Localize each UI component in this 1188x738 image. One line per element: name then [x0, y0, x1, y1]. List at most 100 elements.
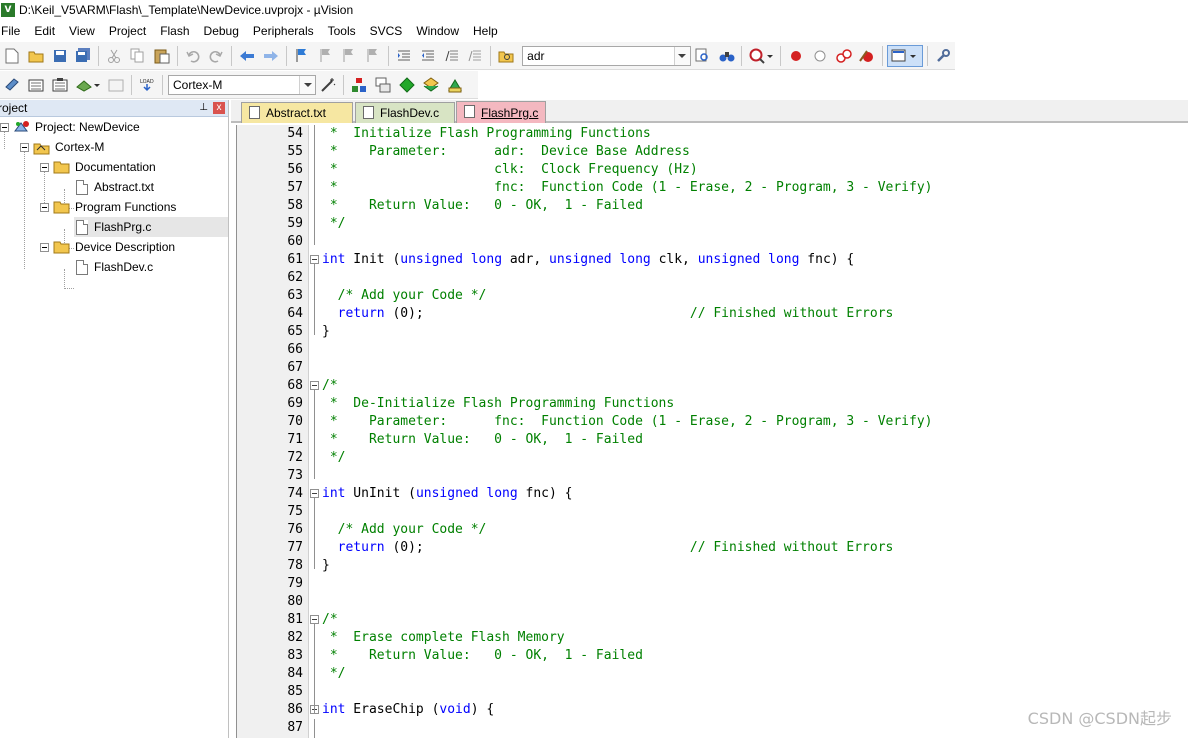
- insert-breakpoint-button[interactable]: [785, 45, 807, 67]
- pin-icon[interactable]: ⊥: [199, 102, 208, 113]
- build-button[interactable]: [25, 74, 47, 96]
- find-in-files-button[interactable]: [495, 45, 517, 67]
- translate-button[interactable]: [1, 74, 23, 96]
- code-line[interactable]: 79: [237, 575, 1188, 593]
- code-line[interactable]: 74 int UnInit (unsigned long fnc) {: [237, 485, 1188, 503]
- menu-peripherals[interactable]: Peripherals: [246, 20, 321, 42]
- navigate-forward-button[interactable]: [260, 45, 282, 67]
- menu-flash[interactable]: Flash: [153, 20, 196, 42]
- fold-collapse-icon[interactable]: [310, 615, 319, 624]
- code-line[interactable]: 84 */: [237, 665, 1188, 683]
- tree-item-project[interactable]: Project: NewDevice: [0, 117, 228, 137]
- tab-flashprg-c[interactable]: FlashPrg.c: [456, 101, 546, 123]
- navigate-back-button[interactable]: [236, 45, 258, 67]
- target-select[interactable]: Cortex-M: [168, 74, 316, 95]
- tree-item-group-device-description[interactable]: Device Description: [40, 237, 228, 257]
- code-line[interactable]: 69 * De-Initialize Flash Programming Fun…: [237, 395, 1188, 413]
- menu-help[interactable]: Help: [466, 20, 505, 42]
- bookmark-next-button[interactable]: [339, 45, 361, 67]
- select-packs-button[interactable]: [372, 74, 394, 96]
- fold-collapse-icon[interactable]: [310, 489, 319, 498]
- find-button[interactable]: [692, 45, 714, 67]
- chevron-down-icon[interactable]: [299, 75, 315, 94]
- collapse-icon[interactable]: [40, 202, 49, 212]
- code-line[interactable]: 82 * Erase complete Flash Memory: [237, 629, 1188, 647]
- tab-flashdev-c[interactable]: FlashDev.c: [355, 102, 455, 123]
- code-line[interactable]: 83 * Return Value: 0 - OK, 1 - Failed: [237, 647, 1188, 665]
- code-line[interactable]: 63 /* Add your Code */: [237, 287, 1188, 305]
- menu-file[interactable]: File: [0, 20, 27, 42]
- open-file-button[interactable]: [25, 45, 47, 67]
- code-line[interactable]: 59 */: [237, 215, 1188, 233]
- code-line[interactable]: 78}: [237, 557, 1188, 575]
- code-line[interactable]: 55 * Parameter: adr: Device Base Address: [237, 143, 1188, 161]
- menu-project[interactable]: Project: [102, 20, 153, 42]
- bookmark-clear-button[interactable]: [362, 45, 384, 67]
- close-icon[interactable]: x: [213, 102, 225, 114]
- code-editor[interactable]: 54 * Initialize Flash Programming Functi…: [236, 125, 1188, 738]
- code-line[interactable]: 85: [237, 683, 1188, 701]
- code-line[interactable]: 65}: [237, 323, 1188, 341]
- batch-build-button[interactable]: [73, 74, 103, 96]
- code-line[interactable]: 77 return (0); // Finished without Error…: [237, 539, 1188, 557]
- bookmark-toggle-button[interactable]: [291, 45, 313, 67]
- undo-button[interactable]: [182, 45, 204, 67]
- tree-item-group-documentation[interactable]: Documentation: [40, 157, 228, 177]
- collapse-icon[interactable]: [0, 122, 9, 132]
- copy-button[interactable]: [127, 45, 149, 67]
- code-line[interactable]: 76 /* Add your Code */: [237, 521, 1188, 539]
- code-line[interactable]: 80: [237, 593, 1188, 611]
- download-button[interactable]: LOAD: [136, 74, 158, 96]
- code-line[interactable]: 67: [237, 359, 1188, 377]
- target-options-button[interactable]: [317, 74, 339, 96]
- debug-session-button[interactable]: [746, 45, 776, 67]
- disable-all-breakpoints-button[interactable]: [833, 45, 855, 67]
- unindent-button[interactable]: [417, 45, 439, 67]
- code-line[interactable]: 72 */: [237, 449, 1188, 467]
- manage-run-time-environment-button[interactable]: [396, 74, 418, 96]
- fold-collapse-icon[interactable]: [310, 381, 319, 390]
- stop-build-button[interactable]: [105, 74, 127, 96]
- code-line[interactable]: 73: [237, 467, 1188, 485]
- code-line[interactable]: 64 return (0); // Finished without Error…: [237, 305, 1188, 323]
- window-layout-button[interactable]: [887, 44, 924, 67]
- collapse-icon[interactable]: [40, 242, 49, 252]
- menu-tools[interactable]: Tools: [321, 20, 363, 42]
- save-all-button[interactable]: [72, 45, 94, 67]
- code-line[interactable]: 56 * clk: Clock Frequency (Hz): [237, 161, 1188, 179]
- code-line[interactable]: 62: [237, 269, 1188, 287]
- rebuild-button[interactable]: [49, 74, 71, 96]
- menu-window[interactable]: Window: [409, 20, 466, 42]
- cut-button[interactable]: [103, 45, 125, 67]
- tree-item-file-abstract[interactable]: Abstract.txt: [74, 177, 228, 197]
- code-line[interactable]: 71 * Return Value: 0 - OK, 1 - Failed: [237, 431, 1188, 449]
- code-line[interactable]: 75: [237, 503, 1188, 521]
- code-line[interactable]: 54 * Initialize Flash Programming Functi…: [237, 125, 1188, 143]
- chevron-down-icon[interactable]: [673, 46, 690, 65]
- code-line[interactable]: 70 * Parameter: fnc: Function Code (1 - …: [237, 413, 1188, 431]
- manage-project-items-button[interactable]: [348, 74, 370, 96]
- code-line[interactable]: 81 /*: [237, 611, 1188, 629]
- code-line[interactable]: 68 /*: [237, 377, 1188, 395]
- tree-item-target[interactable]: Cortex-M: [20, 137, 228, 157]
- tree-item-file-flashprg[interactable]: FlashPrg.c: [74, 217, 228, 237]
- menu-debug[interactable]: Debug: [197, 20, 246, 42]
- paste-button[interactable]: [151, 45, 173, 67]
- redo-button[interactable]: [205, 45, 227, 67]
- incremental-find-button[interactable]: [716, 45, 738, 67]
- select-software-packs-button[interactable]: [444, 74, 466, 96]
- collapse-icon[interactable]: [20, 142, 29, 152]
- code-line[interactable]: 60: [237, 233, 1188, 251]
- find-combo[interactable]: adr: [522, 45, 691, 66]
- tab-abstract-txt[interactable]: Abstract.txt: [241, 102, 353, 123]
- menu-view[interactable]: View: [62, 20, 102, 42]
- code-line[interactable]: 61 int Init (unsigned long adr, unsigned …: [237, 251, 1188, 269]
- pack-installer-button[interactable]: [420, 74, 442, 96]
- kill-all-breakpoints-button[interactable]: [857, 45, 879, 67]
- menu-edit[interactable]: Edit: [27, 20, 62, 42]
- tree-item-group-program-functions[interactable]: Program Functions: [40, 197, 228, 217]
- code-line[interactable]: 58 * Return Value: 0 - OK, 1 - Failed: [237, 197, 1188, 215]
- save-button[interactable]: [49, 45, 71, 67]
- disable-breakpoint-button[interactable]: [809, 45, 831, 67]
- collapse-icon[interactable]: [40, 162, 49, 172]
